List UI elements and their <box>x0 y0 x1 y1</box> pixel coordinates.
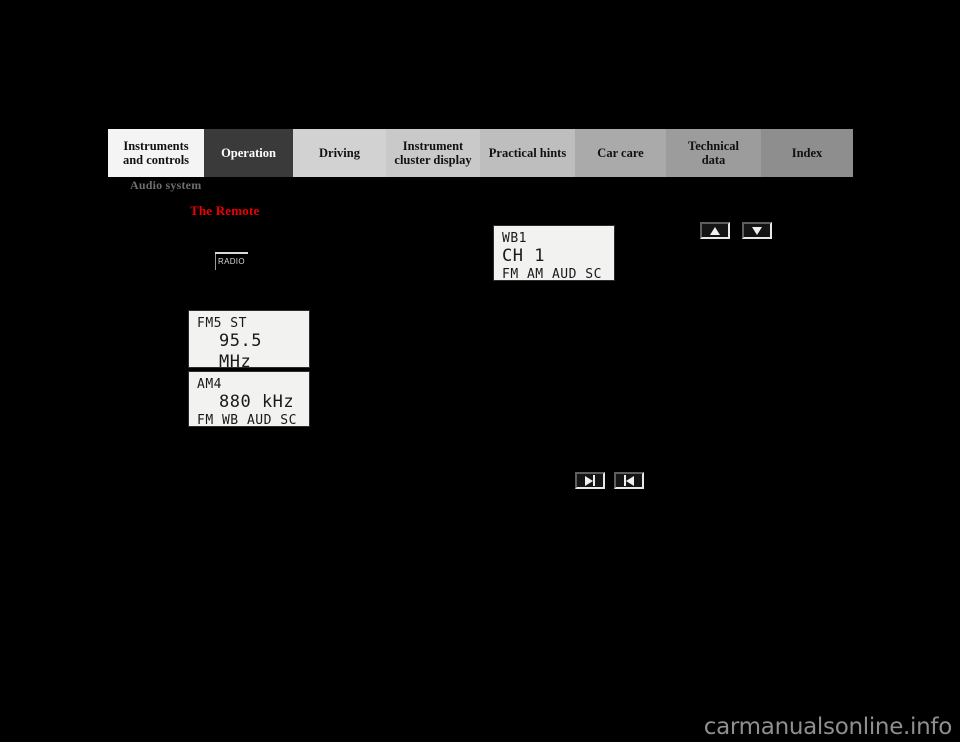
tab-car-care[interactable]: Car care <box>575 129 666 177</box>
triangle-down-icon <box>752 226 762 235</box>
tab-index[interactable]: Index <box>761 129 853 177</box>
fm-display-line-1: FM5 ST <box>197 316 247 331</box>
tab-label: Index <box>791 145 823 160</box>
tab-technical-data[interactable]: Technical data <box>666 129 761 177</box>
am-display-line-1: AM4 <box>197 377 222 392</box>
page-canvas: Instruments and controls Operation Drivi… <box>0 0 960 742</box>
tab-label: Operation <box>221 145 276 160</box>
weather-band-display: WB1 CH 1 FM AM AUD SC <box>493 225 615 282</box>
tab-label: Technical data <box>688 138 739 167</box>
am-radio-display: AM4 880 kHz FM WB AUD SC <box>188 371 310 428</box>
fm-radio-display: FM5 ST 95.5 MHz AM WB AUD SC <box>188 310 310 388</box>
radio-button-label: RADIO <box>218 257 245 266</box>
wb-display-channel: CH 1 <box>502 246 545 266</box>
tab-driving[interactable]: Driving <box>293 129 386 177</box>
tab-instruments-and-controls[interactable]: Instruments and controls <box>108 129 204 177</box>
tab-operation[interactable]: Operation <box>204 129 293 177</box>
tab-label: Driving <box>319 145 360 160</box>
seek-previous-button[interactable] <box>614 472 644 489</box>
tab-label: Instruments and controls <box>122 138 190 167</box>
subsection-heading: The Remote <box>190 203 260 218</box>
triangle-up-icon <box>710 226 720 235</box>
am-display-softkeys: FM WB AUD SC <box>197 413 297 428</box>
skip-back-icon <box>624 475 634 486</box>
site-watermark: carmanualsonline.info <box>703 714 953 740</box>
callout-stem <box>215 254 216 270</box>
skip-forward-icon <box>585 475 595 486</box>
am-display-frequency: 880 kHz <box>219 392 295 412</box>
chapter-tab-bar: Instruments and controls Operation Drivi… <box>108 129 853 177</box>
seek-next-button[interactable] <box>575 472 605 489</box>
callout-bar <box>215 252 248 254</box>
tab-label: Instrument cluster display <box>394 138 472 167</box>
section-heading: Audio system <box>130 178 202 192</box>
tab-label: Practical hints <box>488 145 567 160</box>
radio-button-callout: RADIO <box>213 252 251 272</box>
tab-label: Car care <box>597 145 644 160</box>
tab-practical-hints[interactable]: Practical hints <box>480 129 575 177</box>
wb-display-line-1: WB1 <box>502 231 527 246</box>
tab-instrument-cluster-display[interactable]: Instrument cluster display <box>386 129 480 177</box>
wb-display-softkeys: FM AM AUD SC <box>502 267 602 282</box>
seek-up-button[interactable] <box>700 222 730 239</box>
seek-down-button[interactable] <box>742 222 772 239</box>
fm-display-frequency: 95.5 MHz <box>219 331 262 372</box>
